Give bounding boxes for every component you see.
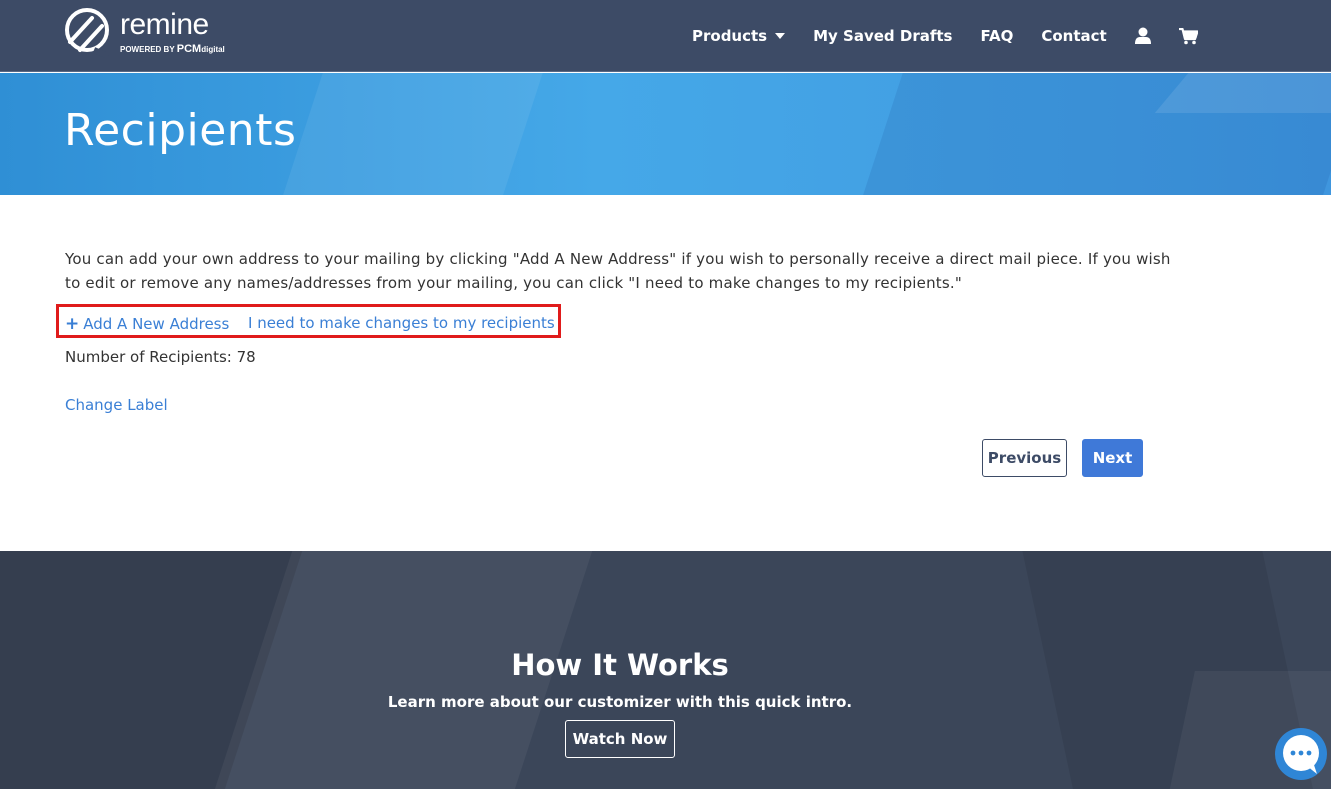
change-recipients-link[interactable]: I need to make changes to my recipients (248, 314, 555, 332)
page-header-banner: Recipients (0, 73, 1331, 195)
previous-button[interactable]: Previous (982, 439, 1067, 477)
page-title: Recipients (64, 105, 297, 156)
logo-powered-by: POWERED BY PCMdigital (120, 42, 225, 55)
how-it-works-section: How It Works Learn more about our custom… (0, 551, 1331, 789)
top-navbar: remine POWERED BY PCMdigital Products My… (0, 0, 1331, 72)
nav-faq[interactable]: FAQ (966, 27, 1027, 45)
remine-logo-icon (65, 8, 110, 58)
change-label-link[interactable]: Change Label (65, 396, 168, 414)
cart-button[interactable] (1165, 27, 1212, 45)
nav-contact[interactable]: Contact (1027, 27, 1120, 45)
remine-logo[interactable]: remine POWERED BY PCMdigital (64, 6, 225, 58)
nav-products-label: Products (692, 27, 768, 45)
user-icon (1134, 27, 1151, 44)
nav-saved-drafts[interactable]: My Saved Drafts (799, 27, 966, 45)
main-nav: Products My Saved Drafts FAQ Contact (678, 0, 1212, 72)
chat-icon (1275, 728, 1327, 780)
logo-text: remine POWERED BY PCMdigital (120, 7, 225, 55)
add-new-address-label: Add A New Address (83, 315, 230, 333)
caret-down-icon (775, 33, 786, 39)
add-new-address-link[interactable]: + Add A New Address (65, 314, 229, 334)
chat-widget-button[interactable] (1273, 726, 1329, 782)
recipients-instructions: You can add your own address to your mai… (65, 250, 1171, 292)
plus-icon: + (65, 314, 80, 334)
watch-now-button[interactable]: Watch Now (565, 720, 675, 758)
logo-word: remine (120, 7, 209, 41)
next-button[interactable]: Next (1082, 439, 1143, 477)
recipients-count: Number of Recipients: 78 (65, 348, 256, 366)
account-button[interactable] (1121, 27, 1165, 45)
banner-decoration (270, 73, 550, 195)
how-it-works-subtitle: Learn more about our customizer with thi… (387, 693, 853, 711)
how-it-works-title: How It Works (511, 648, 729, 682)
cart-icon (1178, 27, 1198, 44)
nav-products-dropdown[interactable]: Products (678, 27, 799, 45)
